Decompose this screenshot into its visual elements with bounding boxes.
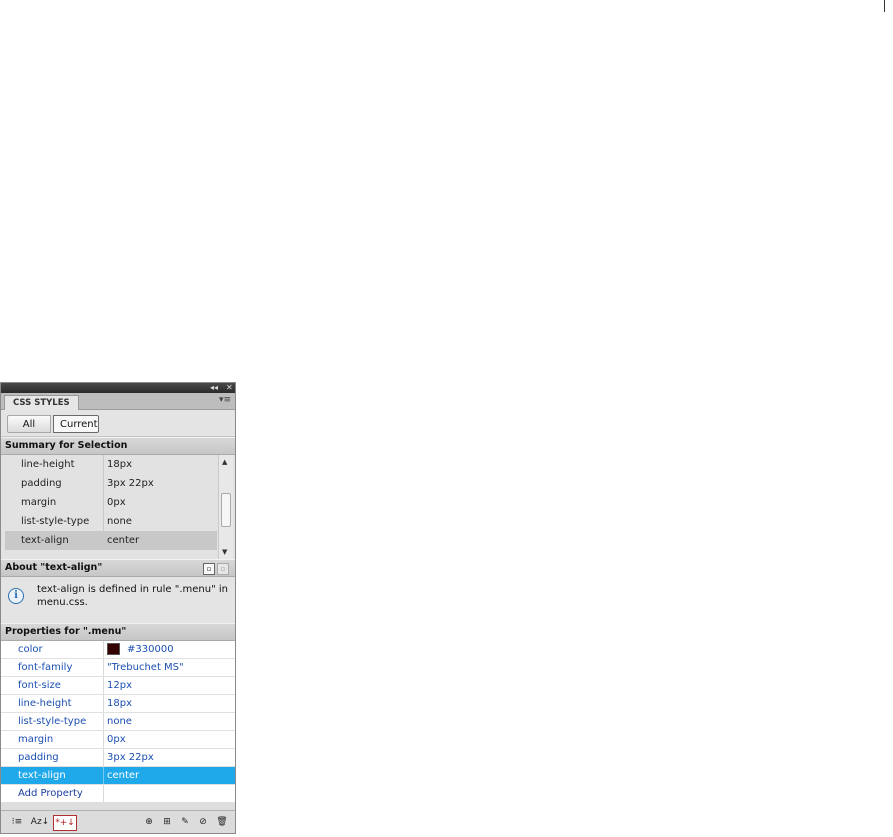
property-value[interactable]: center bbox=[107, 767, 139, 784]
property-value[interactable]: #330000 bbox=[127, 641, 174, 658]
scroll-up-icon[interactable]: ▲ bbox=[222, 458, 227, 466]
summary-row[interactable]: list-style-type none bbox=[5, 512, 217, 531]
column-divider bbox=[103, 474, 104, 493]
summary-value: center bbox=[107, 535, 140, 546]
show-cascade-icon[interactable]: ▫ bbox=[217, 563, 229, 575]
all-mode-button[interactable]: All bbox=[7, 415, 51, 433]
summary-value: 18px bbox=[107, 459, 132, 470]
panel-titlebar: ◂◂ ✕ bbox=[1, 383, 235, 393]
add-property-link[interactable]: Add Property bbox=[18, 785, 83, 802]
column-divider bbox=[103, 677, 104, 694]
panel-tab-row: CSS STYLES ▾≡ bbox=[1, 393, 235, 410]
property-row[interactable]: font-family "Trebuchet MS" bbox=[1, 659, 235, 677]
column-divider bbox=[103, 659, 104, 676]
column-divider bbox=[103, 767, 104, 784]
summary-row[interactable]: line-height 18px bbox=[5, 455, 217, 474]
summary-value: 0px bbox=[107, 497, 126, 508]
css-styles-panel: ◂◂ ✕ CSS STYLES ▾≡ All Current Summary f… bbox=[0, 382, 236, 834]
summary-row[interactable]: padding 3px 22px bbox=[5, 474, 217, 493]
property-name: margin bbox=[18, 734, 54, 745]
column-divider bbox=[103, 749, 104, 766]
tab-css-styles[interactable]: CSS STYLES bbox=[4, 395, 79, 410]
current-mode-button[interactable]: Current bbox=[53, 415, 99, 433]
property-value[interactable]: "Trebuchet MS" bbox=[107, 659, 184, 676]
column-divider bbox=[103, 713, 104, 730]
top-divider bbox=[884, 0, 885, 12]
summary-scrollbar[interactable]: ▲ ▼ bbox=[218, 455, 233, 559]
set-properties-only-icon[interactable]: *+↓ bbox=[53, 815, 77, 831]
summary-value: 3px 22px bbox=[107, 478, 154, 489]
column-divider bbox=[103, 731, 104, 748]
property-value[interactable]: none bbox=[107, 713, 132, 730]
column-divider bbox=[103, 493, 104, 512]
alphabetical-view-icon[interactable]: Az↓ bbox=[29, 815, 51, 829]
column-divider bbox=[103, 531, 104, 550]
about-heading: About "text-align" bbox=[5, 562, 103, 573]
new-css-rule-icon[interactable]: ⊞ bbox=[159, 815, 175, 829]
panel-toolbar: ⁝≡ Az↓ *+↓ ⊕ ⊞ ✎ ⊘ 🗑 bbox=[1, 810, 235, 833]
property-value[interactable]: 12px bbox=[107, 677, 132, 694]
summary-property: padding bbox=[21, 478, 62, 489]
property-name: text-align bbox=[18, 770, 66, 781]
property-name: font-size bbox=[18, 680, 61, 691]
property-row[interactable]: line-height 18px bbox=[1, 695, 235, 713]
column-divider bbox=[103, 695, 104, 712]
summary-property: list-style-type bbox=[21, 516, 90, 527]
column-divider bbox=[103, 512, 104, 531]
column-divider bbox=[103, 785, 104, 802]
category-view-icon[interactable]: ⁝≡ bbox=[9, 815, 25, 829]
add-property-row: Add Property bbox=[1, 785, 235, 802]
scroll-down-icon[interactable]: ▼ bbox=[222, 548, 227, 556]
property-name: padding bbox=[18, 752, 59, 763]
summary-property: margin bbox=[21, 497, 57, 508]
delete-rule-icon[interactable]: 🗑 bbox=[215, 815, 229, 829]
disable-property-icon[interactable]: ⊘ bbox=[196, 815, 210, 829]
edit-rule-icon[interactable]: ✎ bbox=[178, 815, 192, 829]
property-row[interactable]: font-size 12px bbox=[1, 677, 235, 695]
summary-value: none bbox=[107, 516, 132, 527]
property-value[interactable]: 3px 22px bbox=[107, 749, 154, 766]
property-value[interactable]: 18px bbox=[107, 695, 132, 712]
summary-heading: Summary for Selection bbox=[1, 437, 235, 455]
show-information-icon[interactable]: ▫ bbox=[203, 563, 215, 575]
property-value[interactable]: 0px bbox=[107, 731, 126, 748]
properties-table: color #330000 font-family "Trebuchet MS" fon… bbox=[1, 641, 235, 785]
info-icon: i bbox=[8, 588, 24, 604]
properties-heading: Properties for ".menu" bbox=[1, 623, 235, 641]
about-heading-bar: About "text-align" ▫ ▫ bbox=[1, 559, 235, 577]
property-name: line-height bbox=[18, 698, 72, 709]
column-divider bbox=[103, 455, 104, 474]
summary-row[interactable]: margin 0px bbox=[5, 493, 217, 512]
property-name: list-style-type bbox=[18, 716, 87, 727]
column-divider bbox=[103, 641, 104, 658]
summary-row[interactable]: text-align center bbox=[5, 531, 217, 550]
summary-property: line-height bbox=[21, 459, 75, 470]
property-row[interactable]: text-align center bbox=[1, 767, 235, 785]
menu-icon[interactable]: ▾≡ bbox=[219, 395, 231, 405]
property-name: color bbox=[18, 644, 43, 655]
property-row[interactable]: margin 0px bbox=[1, 731, 235, 749]
property-row[interactable]: color #330000 bbox=[1, 641, 235, 659]
attach-stylesheet-icon[interactable]: ⊕ bbox=[141, 815, 157, 829]
property-row[interactable]: padding 3px 22px bbox=[1, 749, 235, 767]
property-name: font-family bbox=[18, 662, 73, 673]
property-row[interactable]: list-style-type none bbox=[1, 713, 235, 731]
color-swatch[interactable] bbox=[107, 643, 120, 655]
summary-property: text-align bbox=[21, 535, 69, 546]
collapse-icon[interactable]: ◂◂ bbox=[210, 383, 218, 393]
about-text: text-align is defined in rule ".menu" in… bbox=[37, 584, 228, 608]
scroll-thumb[interactable] bbox=[221, 493, 231, 527]
mode-switch: All Current bbox=[1, 410, 235, 437]
close-icon[interactable]: ✕ bbox=[226, 383, 233, 393]
summary-list: line-height 18px padding 3px 22px margin 0px l… bbox=[1, 455, 235, 559]
about-body: i text-align is defined in rule ".menu" … bbox=[1, 577, 235, 623]
